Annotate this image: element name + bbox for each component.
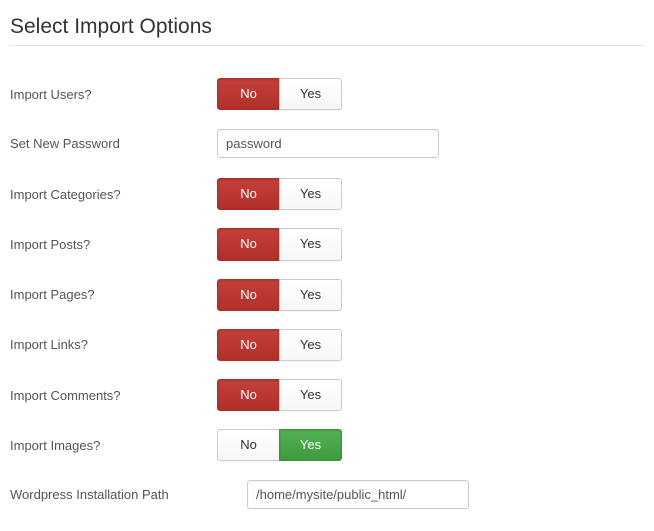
toggle-yes-links[interactable]: Yes [279,329,342,361]
row-import-images: Import Images? No Yes [10,429,644,461]
toggle-import-categories: No Yes [217,178,342,210]
toggle-yes-categories[interactable]: Yes [279,178,342,210]
label-import-links: Import Links? [10,337,217,352]
password-input[interactable] [217,129,439,158]
label-import-categories: Import Categories? [10,187,217,202]
row-import-posts: Import Posts? No Yes [10,228,644,260]
toggle-import-images: No Yes [217,429,342,461]
row-import-links: Import Links? No Yes [10,329,644,361]
wp-path-input[interactable] [247,480,469,509]
toggle-yes-users[interactable]: Yes [279,78,342,110]
page-title: Select Import Options [10,10,644,39]
toggle-yes-images[interactable]: Yes [279,429,342,461]
toggle-yes-comments[interactable]: Yes [279,379,342,411]
toggle-import-comments: No Yes [217,379,342,411]
label-set-password: Set New Password [10,136,217,151]
row-import-comments: Import Comments? No Yes [10,379,644,411]
toggle-import-pages: No Yes [217,279,342,311]
toggle-import-posts: No Yes [217,228,342,260]
divider [10,45,644,46]
row-wp-path: Wordpress Installation Path [10,479,644,509]
toggle-import-users: No Yes [217,78,342,110]
toggle-no-users[interactable]: No [217,78,280,110]
toggle-yes-pages[interactable]: Yes [279,279,342,311]
toggle-no-comments[interactable]: No [217,379,280,411]
toggle-no-posts[interactable]: No [217,228,280,260]
toggle-yes-posts[interactable]: Yes [279,228,342,260]
row-import-users: Import Users? No Yes [10,78,644,110]
toggle-no-images[interactable]: No [217,429,280,461]
toggle-no-links[interactable]: No [217,329,280,361]
label-import-users: Import Users? [10,87,217,102]
label-import-pages: Import Pages? [10,287,217,302]
label-wp-path: Wordpress Installation Path [10,487,247,502]
row-set-password: Set New Password [10,128,644,158]
row-import-pages: Import Pages? No Yes [10,279,644,311]
toggle-import-links: No Yes [217,329,342,361]
label-import-images: Import Images? [10,438,217,453]
toggle-no-categories[interactable]: No [217,178,280,210]
label-import-posts: Import Posts? [10,237,217,252]
label-import-comments: Import Comments? [10,388,217,403]
row-import-categories: Import Categories? No Yes [10,178,644,210]
toggle-no-pages[interactable]: No [217,279,280,311]
